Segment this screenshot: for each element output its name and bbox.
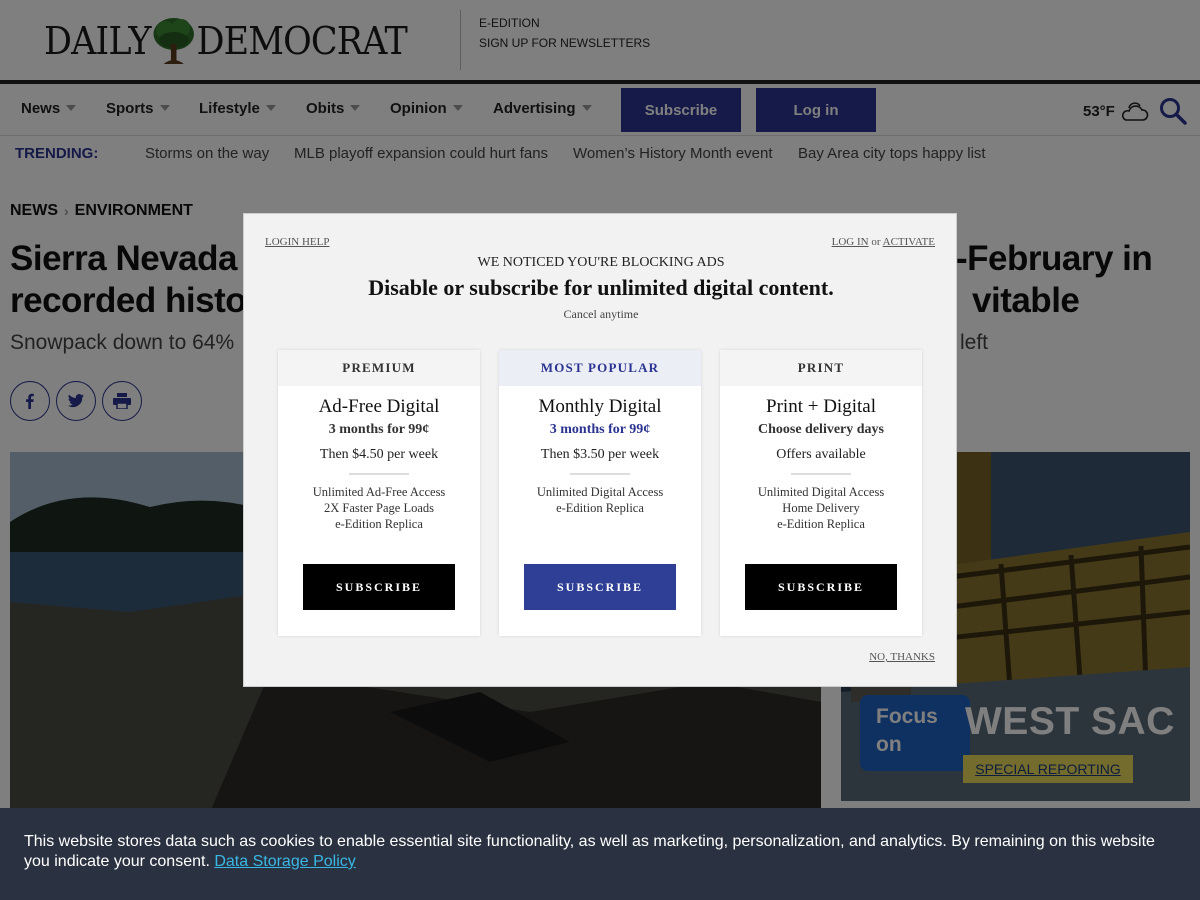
plan-name: Print + Digital (766, 396, 876, 417)
plan-card-premium: PREMIUM Ad-Free Digital 3 months for 99¢… (278, 350, 480, 636)
or-text: or (871, 236, 881, 248)
plan-tag: PRINT (720, 350, 922, 386)
plan-offer: 3 months for 99¢ (549, 422, 651, 437)
plan-card-print: PRINT Print + Digital Choose delivery da… (720, 350, 922, 636)
plan-feature: Unlimited Ad-Free Access (312, 485, 446, 499)
activate-link[interactable]: ACTIVATE (883, 236, 935, 248)
plan-tag: MOST POPULAR (499, 350, 701, 386)
data-storage-policy-link[interactable]: Data Storage Policy (214, 853, 355, 870)
subscribe-monthly-button[interactable]: SUBSCRIBE (524, 564, 676, 610)
plan-divider (349, 473, 409, 475)
ad-block-paywall-modal: LOGIN HELP LOG IN or ACTIVATE WE NOTICED… (243, 213, 957, 687)
login-activate-links: LOG IN or ACTIVATE (832, 236, 935, 248)
plan-price: Then $3.50 per week (540, 447, 660, 462)
plan-divider (570, 473, 630, 475)
plan-divider (791, 473, 851, 475)
plan-price: Then $4.50 per week (319, 447, 439, 462)
login-help-link[interactable]: LOGIN HELP (265, 236, 329, 248)
plan-name: Ad-Free Digital (318, 396, 440, 417)
cookie-banner: This website stores data such as cookies… (0, 808, 1200, 900)
modal-title: Disable or subscribe for unlimited digit… (368, 275, 834, 300)
plan-name: Monthly Digital (538, 396, 662, 417)
plan-feature: 2X Faster Page Loads (323, 501, 435, 515)
plan-feature: e-Edition Replica (777, 517, 865, 531)
plan-offer: 3 months for 99¢ (328, 422, 430, 437)
plan-feature: e-Edition Replica (335, 517, 423, 531)
cookie-text: This website stores data such as cookies… (24, 833, 1155, 870)
plan-feature: Unlimited Digital Access (536, 485, 664, 499)
subscribe-premium-button[interactable]: SUBSCRIBE (303, 564, 455, 610)
modal-eyebrow: WE NOTICED YOU'RE BLOCKING ADS (477, 255, 725, 270)
plan-offer: Choose delivery days (758, 422, 884, 437)
plan-feature: Home Delivery (782, 501, 860, 515)
plan-card-most-popular: MOST POPULAR Monthly Digital 3 months fo… (499, 350, 701, 636)
modal-login-link[interactable]: LOG IN (832, 236, 869, 248)
plan-tag: PREMIUM (278, 350, 480, 386)
subscribe-print-button[interactable]: SUBSCRIBE (745, 564, 897, 610)
plan-price: Offers available (776, 447, 866, 462)
modal-cancel-note: Cancel anytime (563, 307, 639, 321)
no-thanks-link[interactable]: NO, THANKS (869, 651, 935, 663)
plan-feature: e-Edition Replica (556, 501, 644, 515)
plan-feature: Unlimited Digital Access (757, 485, 885, 499)
